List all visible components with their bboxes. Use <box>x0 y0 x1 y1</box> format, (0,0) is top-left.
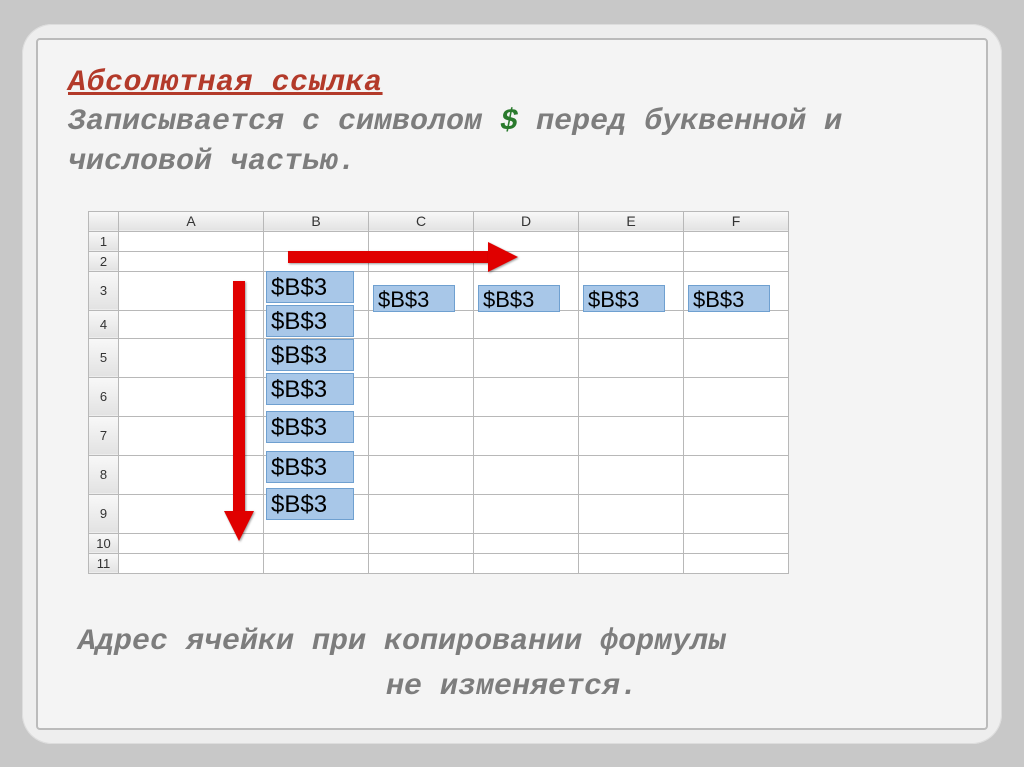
slide-title: Абсолютная ссылка <box>68 66 956 100</box>
col-header-b: B <box>264 211 369 231</box>
arrow-down-icon <box>228 281 248 541</box>
slide-content: Абсолютная ссылка Записывается с символо… <box>36 38 988 730</box>
cell-b3: $B$3 <box>266 271 354 303</box>
cell-b6: $B$3 <box>266 373 354 405</box>
spreadsheet-illustration: A B C D E F 1 2 3 4 5 6 7 8 9 10 11 <box>88 211 928 574</box>
row-header: 3 <box>89 271 119 310</box>
subtitle-text-before: Записывается с символом <box>68 105 500 139</box>
cell-b4: $B$3 <box>266 305 354 337</box>
cell-b9: $B$3 <box>266 488 354 520</box>
arrow-right-icon <box>288 246 518 266</box>
row-header: 6 <box>89 377 119 416</box>
cell-b8: $B$3 <box>266 451 354 483</box>
row-header: 1 <box>89 231 119 251</box>
corner-cell <box>89 211 119 231</box>
cell-b7: $B$3 <box>266 411 354 443</box>
col-header-f: F <box>684 211 789 231</box>
footer-line1: Адрес ячейки при копировании формулы <box>78 625 726 659</box>
slide-subtitle: Записывается с символом $ перед буквенно… <box>68 102 956 183</box>
row-header: 10 <box>89 533 119 553</box>
cell-f3: $B$3 <box>688 285 770 312</box>
row-header: 8 <box>89 455 119 494</box>
col-header-d: D <box>474 211 579 231</box>
cell-b5: $B$3 <box>266 339 354 371</box>
row-header: 5 <box>89 338 119 377</box>
row-header: 9 <box>89 494 119 533</box>
row-header: 7 <box>89 416 119 455</box>
col-header-c: C <box>369 211 474 231</box>
footer-caption: Адрес ячейки при копировании формулы не … <box>78 620 946 710</box>
cell-c3: $B$3 <box>373 285 455 312</box>
col-header-e: E <box>579 211 684 231</box>
row-header: 4 <box>89 310 119 338</box>
row-header: 11 <box>89 553 119 573</box>
slide-frame: Абсолютная ссылка Записывается с символо… <box>22 24 1002 744</box>
footer-line2: не изменяется. <box>78 665 946 710</box>
cell-d3: $B$3 <box>478 285 560 312</box>
col-header-a: A <box>119 211 264 231</box>
dollar-symbol: $ <box>500 105 518 139</box>
row-header: 2 <box>89 251 119 271</box>
cell-e3: $B$3 <box>583 285 665 312</box>
